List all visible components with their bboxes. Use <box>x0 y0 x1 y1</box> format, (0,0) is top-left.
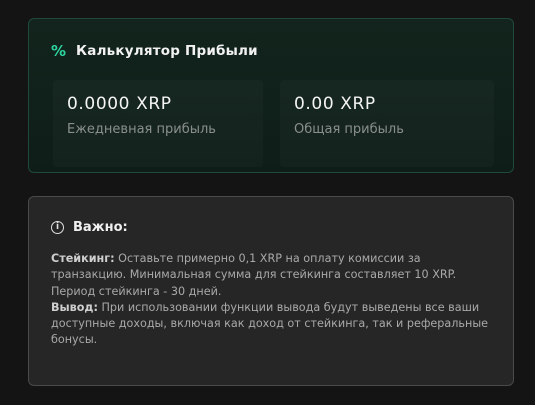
withdrawal-paragraph: Вывод: При использовании функции вывода … <box>51 300 497 349</box>
daily-profit-label: Ежедневная прибыль <box>67 122 216 137</box>
daily-profit-box: 0.0000 XRP Ежедневная прибыль <box>53 80 263 167</box>
staking-label: Стейкинг: <box>51 252 115 265</box>
notice-header: i Важно: <box>51 220 128 235</box>
important-notice-card: i Важно: Стейкинг: Оставьте примерно 0,1… <box>28 196 514 386</box>
withdrawal-text: При использовании функции вывода будут в… <box>51 300 489 347</box>
staking-paragraph: Стейкинг: Оставьте примерно 0,1 XRP на о… <box>51 251 497 300</box>
total-profit-box: 0.00 XRP Общая прибыль <box>280 80 494 167</box>
info-icon: i <box>51 221 64 234</box>
profit-calculator-card: % Калькулятор Прибыли 0.0000 XRP Ежеднев… <box>28 18 514 173</box>
daily-profit-value: 0.0000 XRP <box>67 94 172 114</box>
total-profit-value: 0.00 XRP <box>294 94 376 114</box>
calculator-title: Калькулятор Прибыли <box>76 43 258 59</box>
notice-title: Важно: <box>73 220 128 235</box>
notice-body: Стейкинг: Оставьте примерно 0,1 XRP на о… <box>51 251 497 349</box>
total-profit-label: Общая прибыль <box>294 122 404 137</box>
calculator-header: % Калькулятор Прибыли <box>51 43 258 59</box>
withdrawal-label: Вывод: <box>51 300 98 314</box>
percent-icon: % <box>51 41 67 60</box>
page: % Калькулятор Прибыли 0.0000 XRP Ежеднев… <box>0 0 535 405</box>
